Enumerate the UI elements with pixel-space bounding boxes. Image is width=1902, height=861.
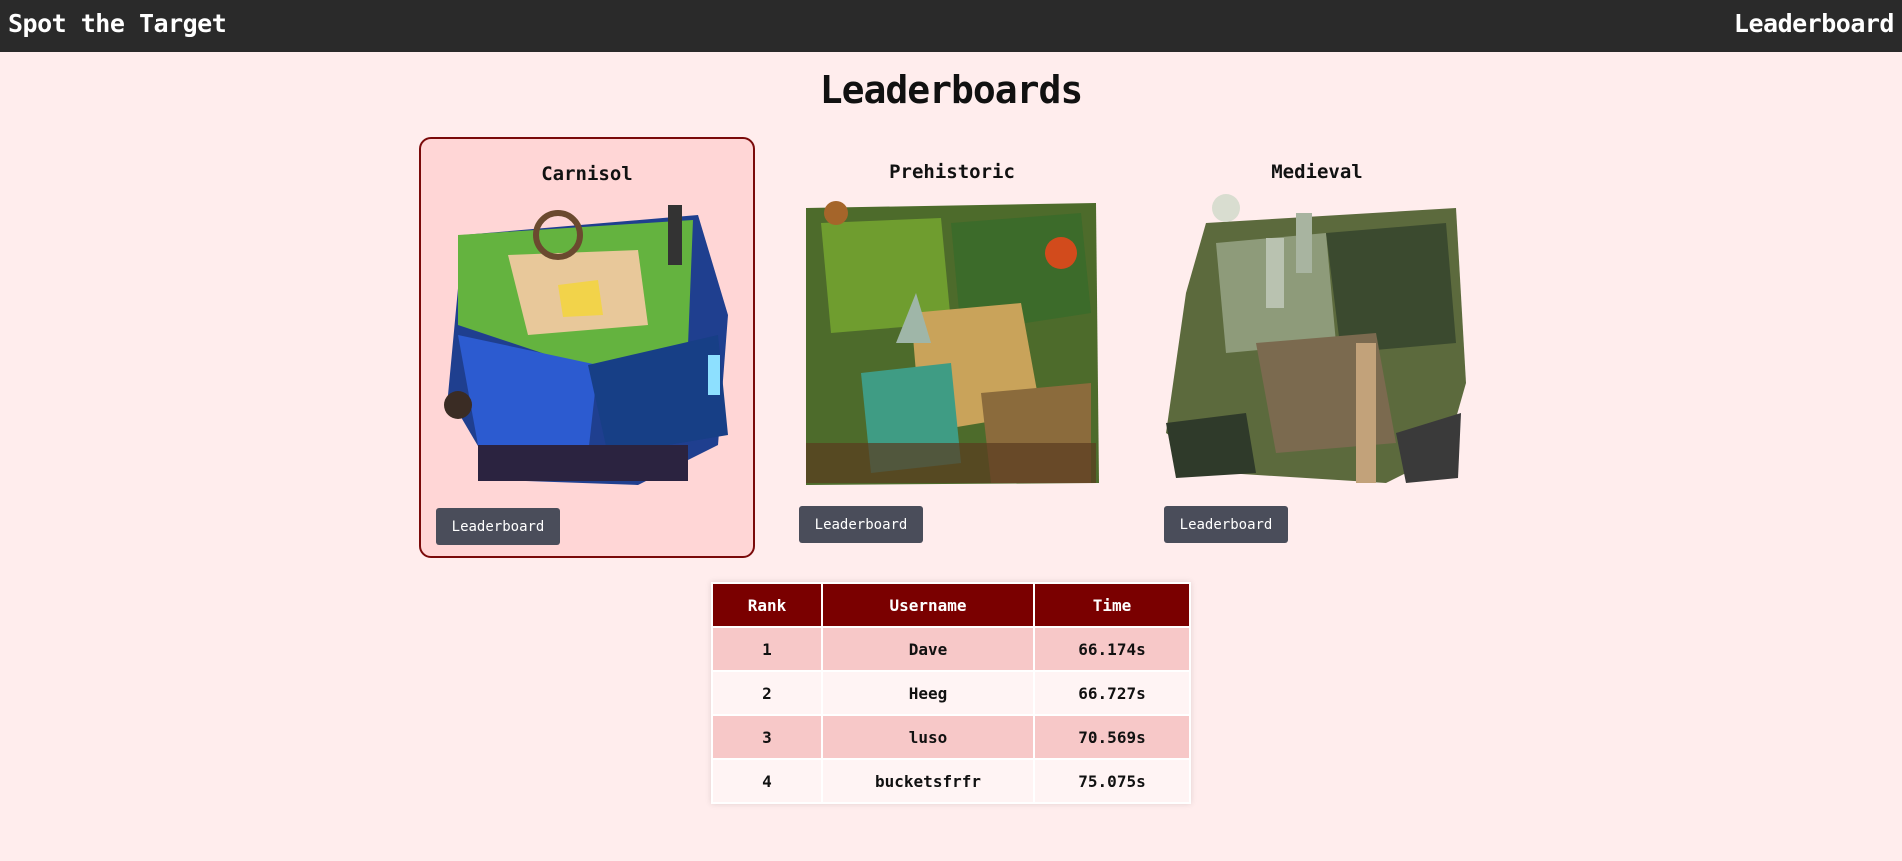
map-card-title: Prehistoric: [889, 161, 1015, 183]
carnisol-map-image: [444, 205, 728, 485]
rank-cell: 3: [713, 716, 821, 758]
username-cell: bucketsfrfr: [823, 760, 1033, 802]
map-card-title: Medieval: [1271, 161, 1363, 183]
leaderboard-table: Rank Username Time 1 Dave 66.174s 2 Heeg…: [711, 582, 1191, 804]
page-title: Leaderboards: [819, 68, 1084, 112]
table-row: 2 Heeg 66.727s: [713, 672, 1189, 714]
time-cell: 75.075s: [1035, 760, 1189, 802]
rank-cell: 1: [713, 628, 821, 670]
table-row: 1 Dave 66.174s: [713, 628, 1189, 670]
top-navbar: Spot the Target Leaderboard: [0, 0, 1902, 52]
rank-cell: 2: [713, 672, 821, 714]
brand-title[interactable]: Spot the Target: [8, 9, 227, 38]
map-card-title: Carnisol: [541, 163, 633, 185]
map-cards: Carnisol Leaderboard Prehistoric Leaderb…: [419, 137, 1469, 559]
nav-leaderboard-link[interactable]: Leaderboard: [1734, 9, 1895, 38]
map-card-carnisol[interactable]: Carnisol Leaderboard: [419, 137, 755, 558]
column-header-username: Username: [823, 584, 1033, 626]
map-card-prehistoric[interactable]: Prehistoric Leaderboard: [784, 137, 1120, 558]
table-row: 4 bucketsfrfr 75.075s: [713, 760, 1189, 802]
time-cell: 66.727s: [1035, 672, 1189, 714]
column-header-rank: Rank: [713, 584, 821, 626]
table-row: 3 luso 70.569s: [713, 716, 1189, 758]
medieval-map-image: [1166, 194, 1466, 483]
table-header-row: Rank Username Time: [713, 584, 1189, 626]
username-cell: Heeg: [823, 672, 1033, 714]
carnisol-leaderboard-button[interactable]: Leaderboard: [436, 508, 560, 545]
time-cell: 66.174s: [1035, 628, 1189, 670]
username-cell: luso: [823, 716, 1033, 758]
map-card-medieval[interactable]: Medieval Leaderboard: [1149, 137, 1485, 558]
prehistoric-leaderboard-button[interactable]: Leaderboard: [799, 506, 923, 543]
time-cell: 70.569s: [1035, 716, 1189, 758]
prehistoric-map-image: [806, 201, 1099, 485]
rank-cell: 4: [713, 760, 821, 802]
username-cell: Dave: [823, 628, 1033, 670]
column-header-time: Time: [1035, 584, 1189, 626]
medieval-leaderboard-button[interactable]: Leaderboard: [1164, 506, 1288, 543]
